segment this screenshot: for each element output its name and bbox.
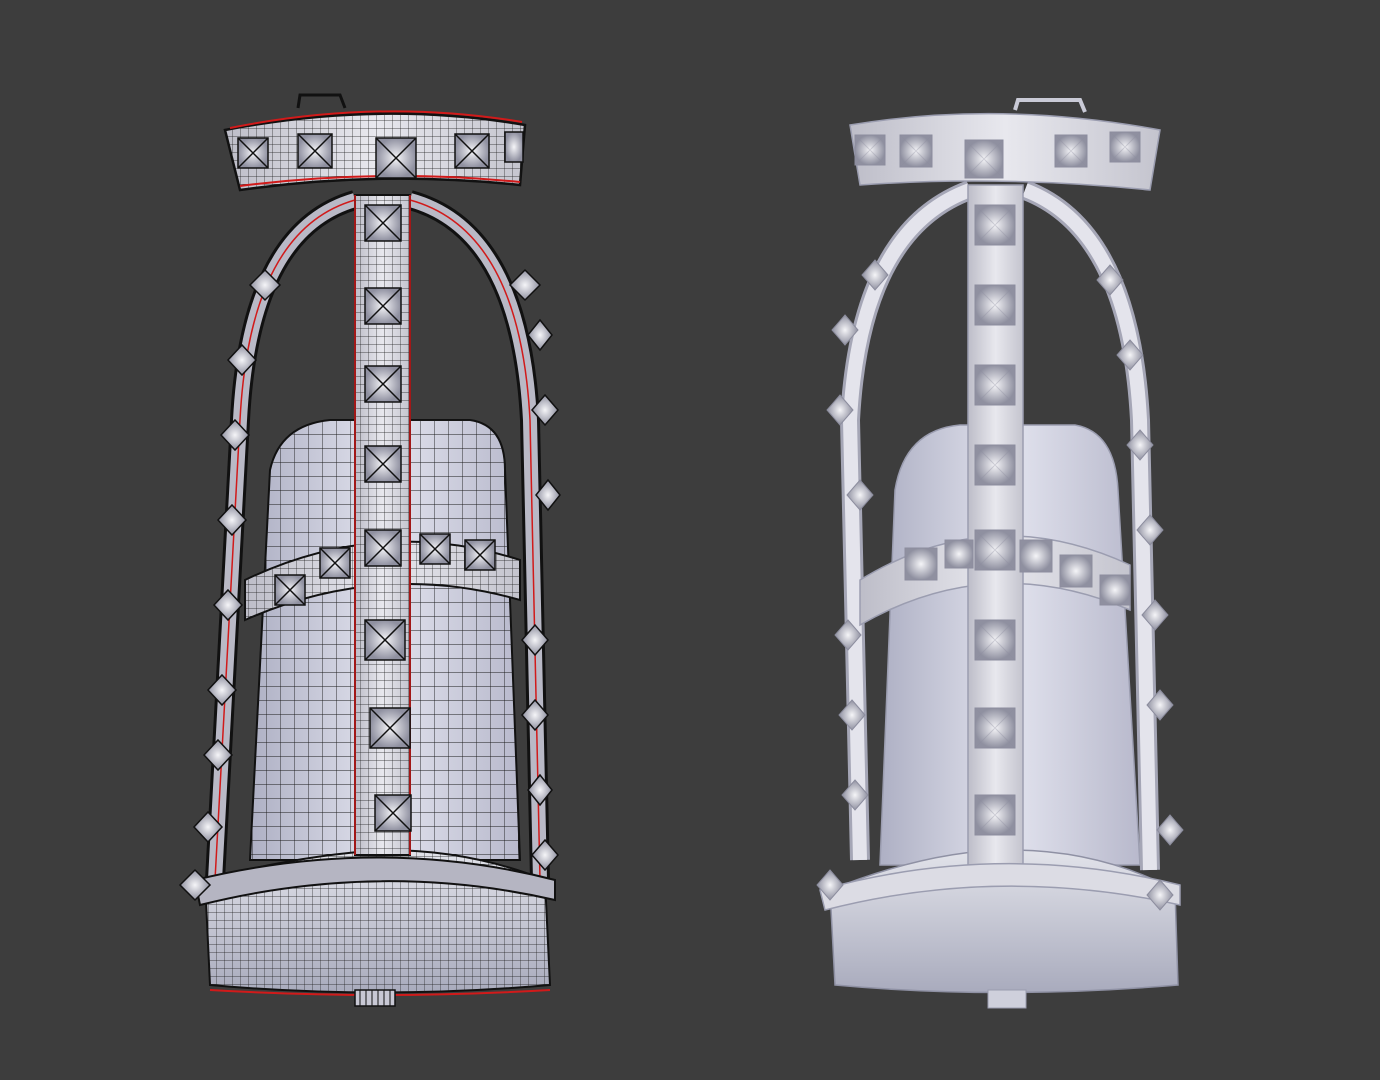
- shoe-wireframe[interactable]: [178, 93, 561, 1007]
- shoe-solid[interactable]: [816, 98, 1184, 1009]
- viewport-canvas[interactable]: [0, 0, 1380, 1080]
- 3d-viewport[interactable]: [0, 0, 1380, 1080]
